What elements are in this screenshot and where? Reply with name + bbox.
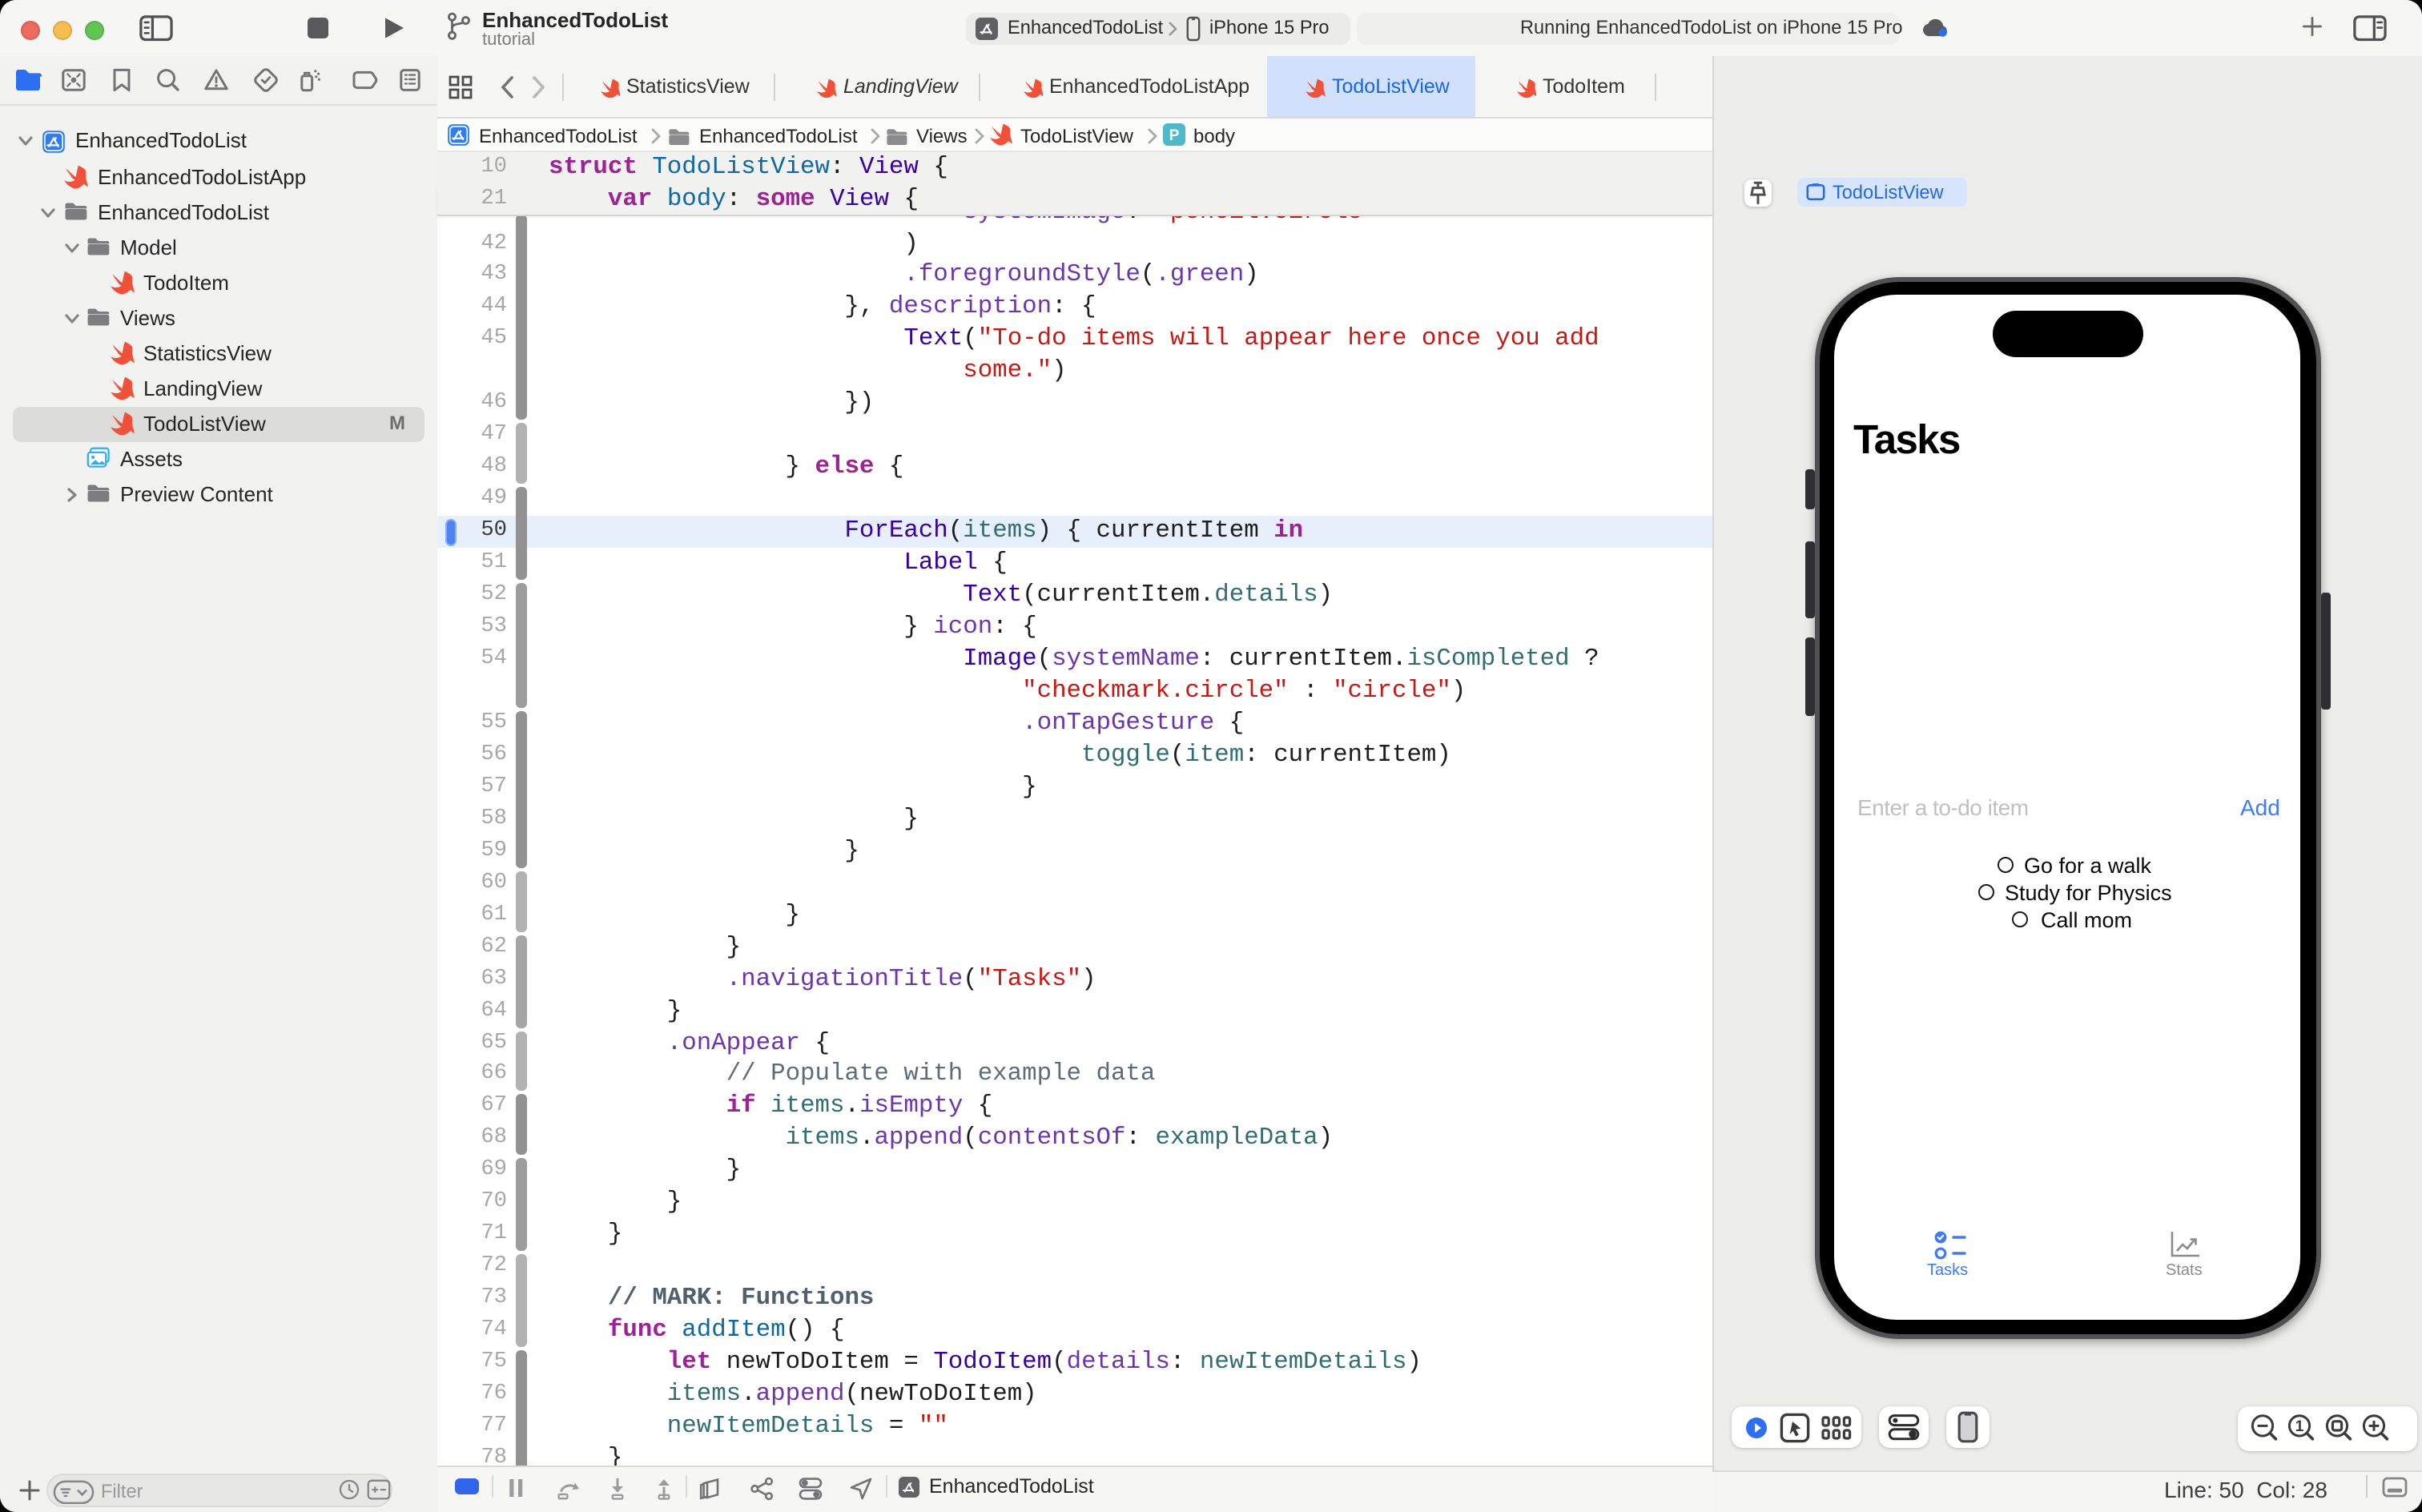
svg-text:1: 1 bbox=[2295, 1418, 2303, 1435]
svg-text:P: P bbox=[1169, 128, 1180, 145]
